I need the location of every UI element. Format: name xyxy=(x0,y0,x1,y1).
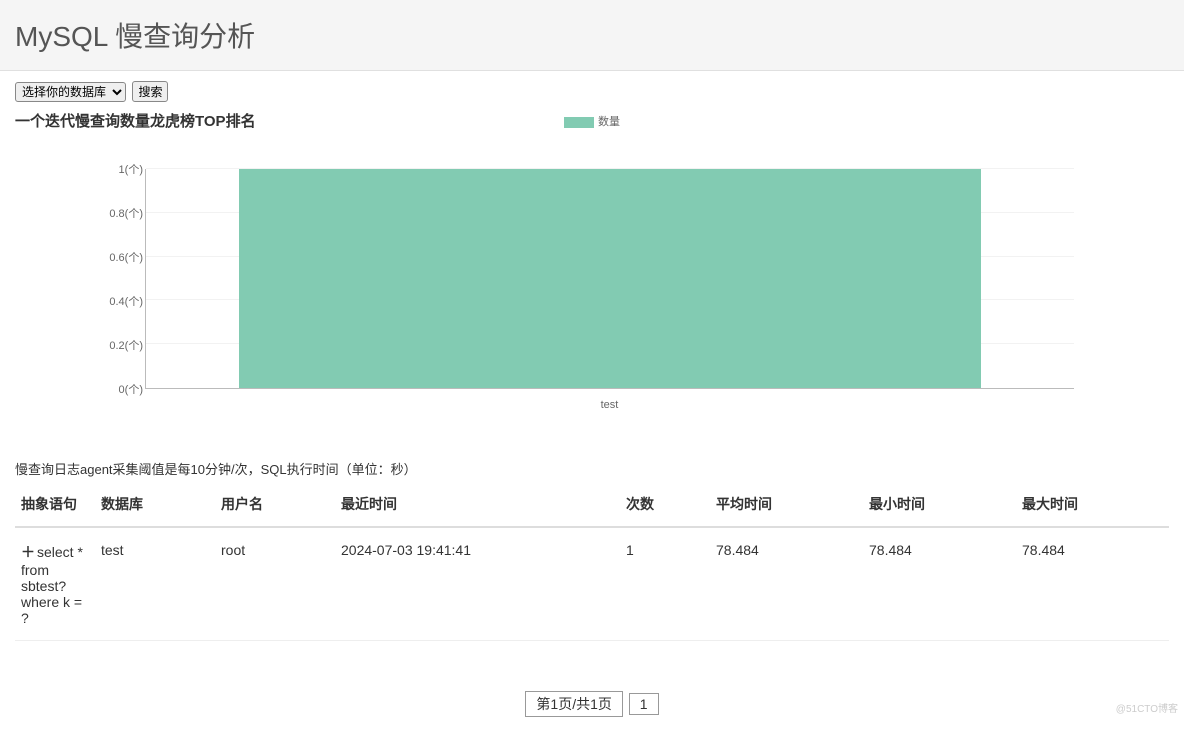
page-title: MySQL 慢查询分析 xyxy=(15,15,1169,55)
y-tick: 0(个) xyxy=(103,381,143,397)
table-row: ＋select * from sbtest? where k = ? test … xyxy=(15,527,1169,641)
legend-swatch-icon xyxy=(564,117,594,128)
th-recent: 最近时间 xyxy=(335,484,620,527)
y-tick: 1(个) xyxy=(103,161,143,177)
pager-page-1[interactable]: 1 xyxy=(629,693,659,715)
cell-recent: 2024-07-03 19:41:41 xyxy=(335,527,620,641)
legend-label: 数量 xyxy=(598,116,620,128)
th-db: 数据库 xyxy=(95,484,215,527)
y-tick: 0.4(个) xyxy=(103,293,143,309)
main-content: 选择你的数据库 搜索 一个迭代慢查询数量龙虎榜TOP排名 数量 1(个) 0.8… xyxy=(0,71,1184,747)
watermark: @51CTO博客 xyxy=(1116,700,1178,715)
y-tick: 0.6(个) xyxy=(103,249,143,265)
plot-area xyxy=(145,169,1074,389)
th-min: 最小时间 xyxy=(863,484,1016,527)
pager: 第1页/共1页 1 xyxy=(15,691,1169,717)
search-button[interactable]: 搜索 xyxy=(132,81,168,102)
th-count: 次数 xyxy=(620,484,710,527)
x-tick: test xyxy=(145,399,1074,411)
cell-user: root xyxy=(215,527,335,641)
cell-db: test xyxy=(95,527,215,641)
cell-min: 78.484 xyxy=(863,527,1016,641)
bar-chart: 1(个) 0.8(个) 0.6(个) 0.4(个) 0.2(个) 0(个) te… xyxy=(15,139,1169,419)
y-tick: 0.8(个) xyxy=(103,205,143,221)
slow-query-table: 抽象语句 数据库 用户名 最近时间 次数 平均时间 最小时间 最大时间 ＋sel… xyxy=(15,484,1169,641)
page-header: MySQL 慢查询分析 xyxy=(0,0,1184,71)
expand-icon[interactable]: ＋ xyxy=(21,544,35,560)
cell-sql: ＋select * from sbtest? where k = ? xyxy=(15,527,95,641)
database-select[interactable]: 选择你的数据库 xyxy=(15,82,126,102)
controls-bar: 选择你的数据库 搜索 xyxy=(15,81,1169,102)
pager-info: 第1页/共1页 xyxy=(525,691,622,717)
table-header-row: 抽象语句 数据库 用户名 最近时间 次数 平均时间 最小时间 最大时间 xyxy=(15,484,1169,527)
bar-test[interactable] xyxy=(239,169,981,388)
y-tick: 0.2(个) xyxy=(103,337,143,353)
collection-note: 慢查询日志agent采集阈值是每10分钟/次，SQL执行时间（单位：秒） xyxy=(15,459,1169,478)
th-sql: 抽象语句 xyxy=(15,484,95,527)
cell-avg: 78.484 xyxy=(710,527,863,641)
th-max: 最大时间 xyxy=(1016,484,1169,527)
th-user: 用户名 xyxy=(215,484,335,527)
th-avg: 平均时间 xyxy=(710,484,863,527)
cell-count: 1 xyxy=(620,527,710,641)
cell-max: 78.484 xyxy=(1016,527,1169,641)
